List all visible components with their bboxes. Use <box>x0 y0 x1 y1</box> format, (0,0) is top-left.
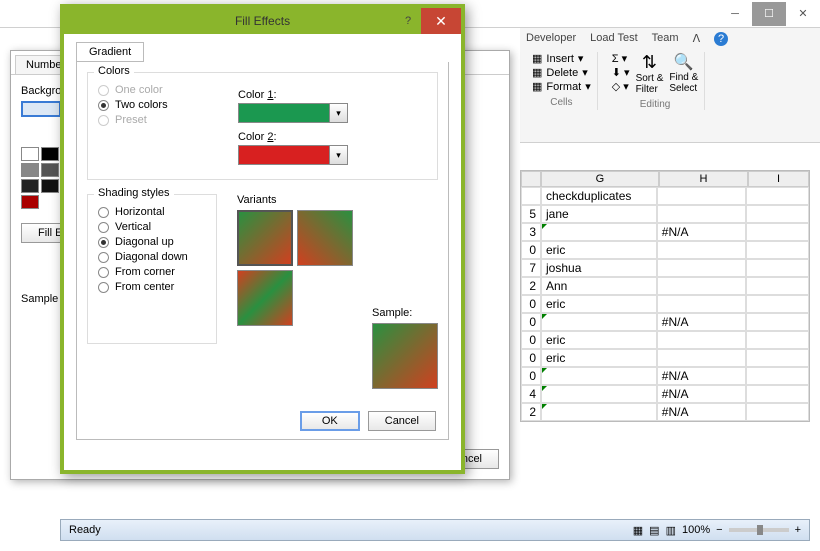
format-button[interactable]: ▦ Format ▾ <box>532 80 591 93</box>
clear-button[interactable]: ◇ ▾ <box>612 80 630 93</box>
radio-vertical[interactable]: Vertical <box>98 221 206 233</box>
radio-icon <box>98 100 109 111</box>
radio-icon <box>98 237 109 248</box>
view-layout-icon[interactable]: ▤ <box>649 524 659 537</box>
variant-1[interactable] <box>237 210 293 266</box>
color1-dropdown[interactable]: ▾ <box>238 103 348 123</box>
color-swatch[interactable] <box>21 195 39 209</box>
radio-diagonal-down[interactable]: Diagonal down <box>98 251 206 263</box>
variant-2[interactable] <box>297 210 353 266</box>
zoom-out-button[interactable]: − <box>716 524 722 536</box>
radio-icon <box>98 115 109 126</box>
color-swatch[interactable] <box>21 163 39 177</box>
fill-effects-titlebar[interactable]: Fill Effects ? ✕ <box>64 8 461 34</box>
color-swatch[interactable] <box>41 179 59 193</box>
autosum-button[interactable]: Σ ▾ <box>612 52 630 65</box>
zoom-slider[interactable] <box>729 528 789 532</box>
table-row[interactable]: 0#N/A <box>521 313 809 331</box>
minimize-button[interactable]: ─ <box>718 2 752 26</box>
spreadsheet-grid[interactable]: G H I checkduplicates 5jane3#N/A0eric7jo… <box>520 170 810 422</box>
delete-button[interactable]: ▦ Delete ▾ <box>532 66 591 79</box>
insert-button[interactable]: ▦ Insert ▾ <box>532 52 591 65</box>
colors-group-label: Colors <box>94 65 134 77</box>
col-header-blank[interactable] <box>521 171 541 187</box>
status-bar: Ready ▦ ▤ ▥ 100% − + <box>60 519 810 541</box>
status-ready: Ready <box>69 524 101 536</box>
table-row[interactable]: 0#N/A <box>521 367 809 385</box>
ribbon: Developer Load Test Team ᐱ ? ▦ Insert ▾ … <box>520 28 820 143</box>
table-row[interactable]: 0eric <box>521 295 809 313</box>
ribbon-group-editing: Σ ▾ ⬇ ▾ ◇ ▾ ⇅ Sort & Filter 🔍 Find & Sel… <box>606 52 706 110</box>
radio-icon <box>98 207 109 218</box>
help-icon[interactable]: ? <box>714 32 728 46</box>
col-header-g[interactable]: G <box>541 171 659 187</box>
ok-button[interactable]: OK <box>300 411 360 431</box>
chevron-down-icon: ▾ <box>329 146 347 164</box>
color-swatch[interactable] <box>41 163 59 177</box>
fill-effects-dialog: Fill Effects ? ✕ Gradient Colors One col… <box>60 4 465 474</box>
dialog-title: Fill Effects <box>235 14 290 28</box>
color-swatch[interactable] <box>21 179 39 193</box>
col-header-h[interactable]: H <box>659 171 748 187</box>
radio-icon <box>98 282 109 293</box>
sort-filter-button[interactable]: ⇅ Sort & Filter <box>636 52 664 95</box>
radio-icon <box>98 85 109 96</box>
table-row[interactable]: 0eric <box>521 241 809 259</box>
cell[interactable]: checkduplicates <box>541 187 657 205</box>
view-normal-icon[interactable]: ▦ <box>633 524 643 537</box>
table-row[interactable]: 2Ann <box>521 277 809 295</box>
radio-icon <box>98 267 109 278</box>
color2-label: Color 2: <box>238 131 348 143</box>
zoom-level[interactable]: 100% <box>682 524 710 536</box>
color-swatch[interactable] <box>21 147 39 161</box>
color1-label: Color 1: <box>238 89 348 101</box>
sample-group: Sample: <box>372 307 438 389</box>
color-swatch[interactable] <box>41 147 59 161</box>
ribbon-tab-loadtest[interactable]: Load Test <box>590 32 638 46</box>
sample-label: Sample: <box>372 307 438 319</box>
close-button[interactable]: ✕ <box>421 8 461 34</box>
radio-horizontal[interactable]: Horizontal <box>98 206 206 218</box>
radio-from-center[interactable]: From center <box>98 281 206 293</box>
table-row[interactable]: 0eric <box>521 349 809 367</box>
chevron-down-icon: ▾ <box>329 104 347 122</box>
zoom-in-button[interactable]: + <box>795 524 801 536</box>
ribbon-group-cells: ▦ Insert ▾ ▦ Delete ▾ ▦ Format ▾ Cells <box>526 52 598 110</box>
table-row[interactable]: 2#N/A <box>521 403 809 421</box>
variants-group: Variants <box>237 194 353 358</box>
colors-group: Colors One color Two colors Preset Color… <box>87 72 438 180</box>
ribbon-tab-developer[interactable]: Developer <box>526 32 576 46</box>
group-label-cells: Cells <box>550 97 572 108</box>
radio-icon <box>98 222 109 233</box>
variant-3[interactable] <box>237 270 293 326</box>
col-header-i[interactable]: I <box>748 171 809 187</box>
radio-diagonal-up[interactable]: Diagonal up <box>98 236 206 248</box>
no-color-swatch[interactable] <box>21 101 61 117</box>
radio-icon <box>98 252 109 263</box>
group-label-editing: Editing <box>640 99 671 110</box>
radio-from-corner[interactable]: From corner <box>98 266 206 278</box>
ribbon-expand-icon[interactable]: ᐱ <box>693 32 701 46</box>
find-select-button[interactable]: 🔍 Find & Select <box>669 52 698 95</box>
ribbon-tab-team[interactable]: Team <box>652 32 679 46</box>
table-row[interactable]: 7joshua <box>521 259 809 277</box>
table-row[interactable]: 4#N/A <box>521 385 809 403</box>
shading-label: Shading styles <box>94 187 174 199</box>
fill-button[interactable]: ⬇ ▾ <box>612 66 630 79</box>
variants-label: Variants <box>237 194 353 206</box>
close-button[interactable]: ✕ <box>786 2 820 26</box>
sample-swatch <box>372 323 438 389</box>
cancel-button[interactable]: Cancel <box>368 411 436 431</box>
help-button[interactable]: ? <box>395 8 421 34</box>
table-row[interactable]: 0eric <box>521 331 809 349</box>
maximize-button[interactable]: ☐ <box>752 2 786 26</box>
tab-gradient[interactable]: Gradient <box>76 42 144 62</box>
shading-styles-group: Shading styles HorizontalVerticalDiagona… <box>87 194 217 344</box>
color2-dropdown[interactable]: ▾ <box>238 145 348 165</box>
table-row[interactable]: 5jane <box>521 205 809 223</box>
table-row[interactable]: 3#N/A <box>521 223 809 241</box>
view-pagebreak-icon[interactable]: ▥ <box>666 524 676 537</box>
